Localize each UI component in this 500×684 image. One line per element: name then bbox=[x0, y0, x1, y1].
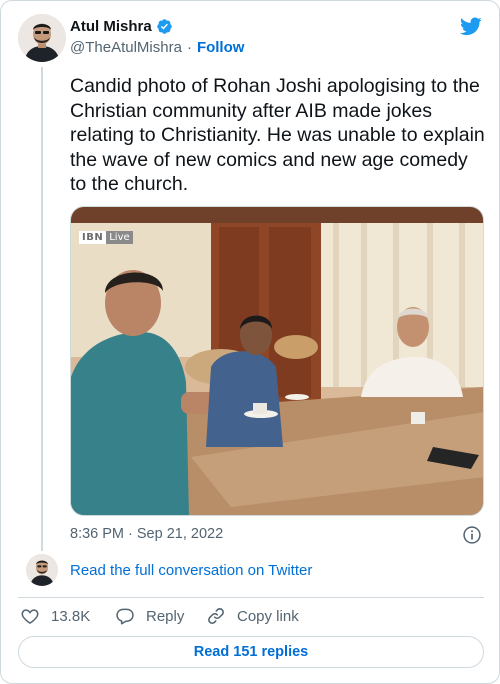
separator-dot: · bbox=[186, 39, 192, 56]
tweet-text: Candid photo of Rohan Joshi apologising … bbox=[70, 75, 485, 195]
like-count: 13.8K bbox=[51, 607, 91, 625]
heart-icon bbox=[21, 609, 39, 624]
thread-line bbox=[41, 67, 43, 551]
like-button[interactable]: 13.8K bbox=[20, 606, 90, 626]
tweet-timestamp[interactable]: 8:36 PM · Sep 21, 2022 bbox=[70, 526, 223, 542]
author-avatar[interactable] bbox=[18, 14, 66, 62]
copy-link-button[interactable]: Copy link bbox=[206, 606, 299, 626]
action-bar: 13.8K Reply Copy link bbox=[18, 605, 299, 627]
info-icon[interactable] bbox=[462, 525, 482, 545]
watermark-ibn: IBN bbox=[79, 231, 107, 244]
copy-link-label: Copy link bbox=[237, 607, 299, 625]
small-author-avatar[interactable] bbox=[26, 554, 58, 586]
reply-label: Reply bbox=[146, 607, 185, 625]
verified-badge-icon bbox=[156, 19, 172, 34]
divider bbox=[18, 597, 484, 598]
author-name[interactable]: Atul Mishra bbox=[70, 18, 152, 35]
read-full-conversation-link[interactable]: Read the full conversation on Twitter bbox=[70, 562, 312, 579]
read-replies-button[interactable]: Read 151 replies bbox=[18, 636, 484, 668]
tweet-card: Atul Mishra @TheAtulMishra · Follow Cand… bbox=[0, 0, 500, 684]
ibn-live-watermark: IBN Live bbox=[79, 231, 133, 244]
speech-bubble-icon bbox=[116, 608, 134, 625]
tweet-photo[interactable]: IBN Live bbox=[70, 206, 484, 516]
reply-button[interactable]: Reply bbox=[115, 606, 184, 626]
author-handle[interactable]: @TheAtulMishra bbox=[70, 39, 182, 56]
twitter-bird-icon[interactable] bbox=[458, 15, 484, 37]
follow-button[interactable]: Follow bbox=[197, 39, 245, 56]
author-name-row[interactable]: Atul Mishra bbox=[70, 18, 173, 35]
watermark-live: Live bbox=[106, 231, 133, 244]
link-icon bbox=[208, 608, 224, 624]
author-handle-row: @TheAtulMishra · Follow bbox=[70, 39, 244, 56]
